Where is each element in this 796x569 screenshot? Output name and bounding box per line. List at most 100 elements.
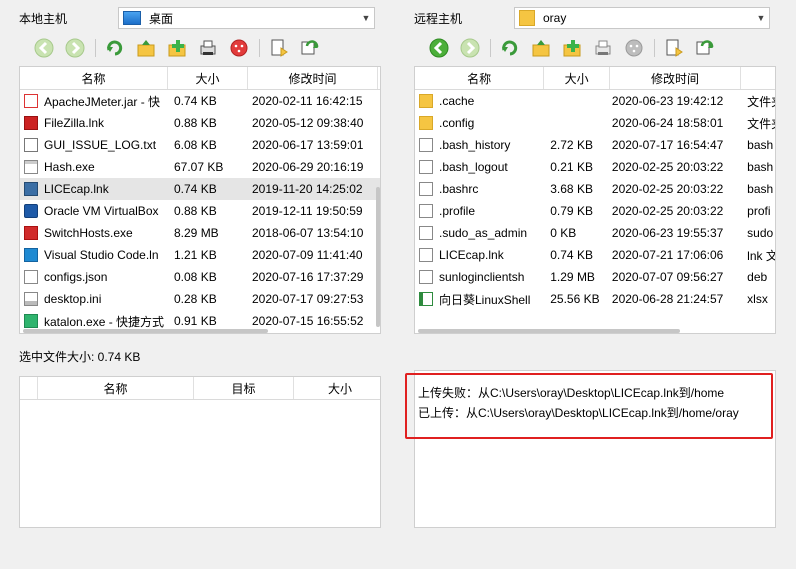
- upload-button[interactable]: [197, 37, 219, 59]
- forward-button[interactable]: [64, 37, 86, 59]
- local-toolbar: [33, 34, 330, 62]
- remote-file-row[interactable]: .profile 0.79 KB 2020-02-25 20:03:22 profi: [415, 200, 775, 222]
- remote-file-row[interactable]: LICEcap.lnk 0.74 KB 2020-07-21 17:06:06 lnk…: [415, 244, 775, 266]
- local-file-row[interactable]: FileZilla.lnk 0.88 KB 2020-05-12 09:38:40: [20, 112, 380, 134]
- local-file-row[interactable]: GUI_ISSUE_LOG.txt 6.08 KB 2020-06-17 13:59…: [20, 134, 380, 156]
- properties-button[interactable]: [268, 37, 290, 59]
- local-file-row[interactable]: desktop.ini 0.28 KB 2020-07-17 09:27:53: [20, 288, 380, 310]
- local-file-row[interactable]: ApacheJMeter.jar - 快 0.74 KB 2020-02-11 16…: [20, 90, 380, 112]
- file-type: 文件夹: [747, 94, 775, 109]
- file-name: Hash.exe: [44, 160, 95, 174]
- filezilla-icon: [24, 116, 38, 130]
- folder-icon: [419, 94, 433, 108]
- remote-path-combo[interactable]: oray ▼: [514, 7, 770, 29]
- chevron-down-icon[interactable]: ▼: [358, 13, 374, 23]
- new-folder-button[interactable]: [166, 37, 188, 59]
- column-size-header[interactable]: 大小: [168, 67, 248, 89]
- transfer-icon: [301, 40, 319, 55]
- file-size: 0.88 KB: [174, 204, 217, 218]
- delete-button[interactable]: [623, 37, 645, 59]
- refresh-icon: [502, 40, 518, 56]
- file-type: xlsx: [747, 292, 768, 306]
- file-icon: [419, 226, 433, 240]
- local-vertical-scrollbar[interactable]: [376, 187, 380, 327]
- column-name-header[interactable]: 名称: [38, 377, 194, 399]
- remote-file-row[interactable]: .config 2020-06-24 18:58:01 文件夹: [415, 112, 775, 134]
- remote-file-row[interactable]: .bash_history 2.72 KB 2020-07-17 16:54:47 b…: [415, 134, 775, 156]
- refresh-button[interactable]: [104, 37, 126, 59]
- file-size: 0.28 KB: [174, 292, 217, 306]
- document-arrow-icon: [271, 39, 288, 57]
- file-type: 文件夹: [747, 116, 775, 131]
- file-size: 8.29 MB: [174, 226, 219, 240]
- file-time: 2018-06-07 13:54:10: [252, 226, 364, 240]
- file-size: 0 KB: [550, 226, 577, 240]
- local-file-list[interactable]: 名称 大小 修改时间 ApacheJMeter.jar - 快 0.74 KB 20…: [19, 66, 381, 334]
- file-time: 2020-07-07 09:56:27: [611, 270, 724, 284]
- back-button[interactable]: [33, 37, 55, 59]
- file-size: 3.68 KB: [550, 182, 593, 196]
- log-highlight-box: 上传失败：从C:\Users\oray\Desktop\LICEcap.lnk到…: [405, 373, 773, 439]
- remote-file-row[interactable]: .cache 2020-06-23 19:42:12 文件夹: [415, 90, 775, 112]
- chevron-down-icon[interactable]: ▼: [753, 13, 769, 23]
- parent-folder-button[interactable]: [530, 37, 552, 59]
- properties-button[interactable]: [663, 37, 685, 59]
- file-name: GUI_ISSUE_LOG.txt: [44, 138, 157, 152]
- file-time: 2020-06-24 18:58:01: [611, 116, 724, 130]
- local-path-value: 桌面: [149, 11, 174, 26]
- file-name: Visual Studio Code.ln: [44, 248, 159, 262]
- download-button[interactable]: [592, 37, 614, 59]
- local-horizontal-scrollbar[interactable]: [23, 329, 268, 333]
- file-name: .cache: [439, 94, 475, 108]
- file-time: 2020-07-15 16:55:52: [252, 314, 364, 328]
- remote-path-value: oray: [543, 11, 567, 25]
- local-file-row[interactable]: LICEcap.lnk 0.74 KB 2019-11-20 14:25:02: [20, 178, 380, 200]
- back-button[interactable]: [428, 37, 450, 59]
- folder-icon: [519, 10, 535, 26]
- back-icon: [34, 38, 54, 58]
- file-name: LICEcap.lnk: [439, 248, 504, 262]
- file-type: lnk 文: [747, 248, 775, 263]
- delete-button[interactable]: [228, 37, 250, 59]
- file-name: 向日葵LinuxShell: [439, 292, 531, 307]
- transfer-button[interactable]: [694, 37, 716, 59]
- remote-file-row[interactable]: .bash_logout 0.21 KB 2020-02-25 20:03:22 ba…: [415, 156, 775, 178]
- transfer-button[interactable]: [299, 37, 321, 59]
- file-time: 2020-07-16 17:37:29: [252, 270, 364, 284]
- remote-horizontal-scrollbar[interactable]: [418, 329, 680, 333]
- forward-icon: [65, 38, 85, 58]
- column-time-header[interactable]: 修改时间: [248, 67, 378, 89]
- column-name-header[interactable]: 名称: [415, 67, 545, 89]
- remote-file-row[interactable]: .bashrc 3.68 KB 2020-02-25 20:03:22 bash: [415, 178, 775, 200]
- column-time-header[interactable]: 修改时间: [610, 67, 742, 89]
- local-file-row[interactable]: SwitchHosts.exe 8.29 MB 2018-06-07 13:54:1…: [20, 222, 380, 244]
- remote-file-row[interactable]: .sudo_as_admin 0 KB 2020-06-23 19:55:37 sud…: [415, 222, 775, 244]
- remote-file-list[interactable]: 名称 大小 修改时间 .cache 2020-06-23 19:42:12 文件夹.…: [414, 66, 776, 334]
- column-size-header[interactable]: 大小: [294, 377, 380, 399]
- local-file-row[interactable]: configs.json 0.08 KB 2020-07-16 17:37:29: [20, 266, 380, 288]
- local-file-row[interactable]: Visual Studio Code.ln 1.21 KB 2020-07-09 1…: [20, 244, 380, 266]
- new-folder-button[interactable]: [561, 37, 583, 59]
- delete-icon: [230, 39, 248, 57]
- file-time: 2020-07-21 17:06:06: [611, 248, 724, 262]
- refresh-button[interactable]: [499, 37, 521, 59]
- text-file-icon: [24, 138, 38, 152]
- file-name: ApacheJMeter.jar - 快: [44, 94, 161, 109]
- file-name: Oracle VM VirtualBox: [44, 204, 159, 218]
- file-time: 2020-06-28 21:24:57: [611, 292, 724, 306]
- column-size-header[interactable]: 大小: [544, 67, 610, 89]
- parent-folder-button[interactable]: [135, 37, 157, 59]
- local-path-combo[interactable]: 桌面 ▼: [118, 7, 375, 29]
- transfer-queue-panel[interactable]: 名称 目标 大小: [19, 376, 381, 528]
- column-type-header[interactable]: [741, 67, 775, 89]
- forward-button[interactable]: [459, 37, 481, 59]
- column-target-header[interactable]: 目标: [194, 377, 294, 399]
- file-time: 2020-02-25 20:03:22: [611, 160, 724, 174]
- remote-file-row[interactable]: 向日葵LinuxShell 25.56 KB 2020-06-28 21:24:57…: [415, 288, 775, 310]
- column-name-header[interactable]: 名称: [20, 67, 168, 89]
- local-file-row[interactable]: Oracle VM VirtualBox 0.88 KB 2019-12-11 19…: [20, 200, 380, 222]
- local-file-row[interactable]: Hash.exe 67.07 KB 2020-06-29 20:16:19: [20, 156, 380, 178]
- local-host-label: 本地主机: [19, 12, 68, 26]
- remote-file-row[interactable]: sunloginclientsh 1.29 MB 2020-07-07 09:56:…: [415, 266, 775, 288]
- file-time: 2020-06-29 20:16:19: [252, 160, 364, 174]
